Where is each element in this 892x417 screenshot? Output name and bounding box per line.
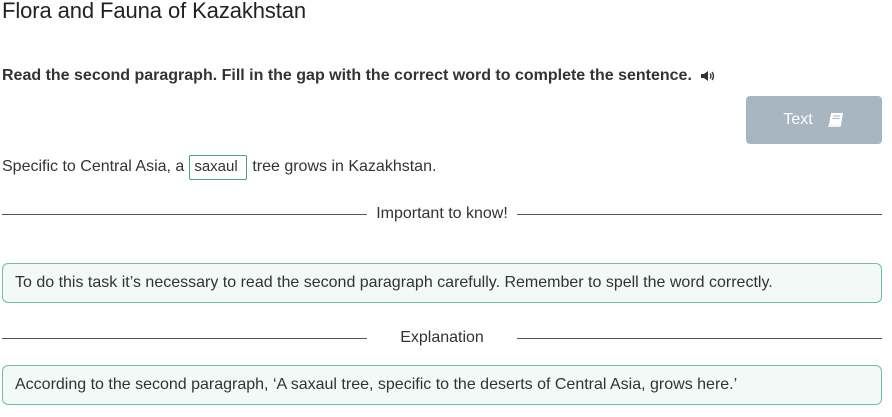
important-heading: Important to know! — [376, 205, 508, 222]
speaker-icon[interactable] — [700, 69, 716, 83]
explanation-text: According to the second paragraph, ‘A sa… — [15, 376, 738, 393]
sentence-before: Specific to Central Asia, a — [2, 158, 185, 175]
task-instruction: Read the second paragraph. Fill in the g… — [2, 67, 716, 85]
exercise-page: Flora and Fauna of Kazakhstan Read the s… — [0, 0, 892, 417]
explanation-divider: Explanation — [2, 327, 882, 349]
instruction-text: Read the second paragraph. Fill in the g… — [2, 67, 692, 84]
gap-sentence: Specific to Central Asia, a saxaul tree … — [2, 154, 436, 180]
explanation-heading: Explanation — [400, 329, 484, 346]
sentence-after: tree grows in Kazakhstan. — [252, 158, 437, 175]
book-icon — [827, 112, 845, 128]
important-note-box: To do this task it’s necessary to read t… — [2, 263, 882, 303]
important-note-text: To do this task it’s necessary to read t… — [15, 274, 773, 291]
gap-input[interactable]: saxaul — [189, 154, 248, 180]
text-button[interactable]: Text — [746, 96, 882, 144]
divider-line-left — [2, 337, 367, 339]
divider-line-right — [517, 337, 882, 339]
divider-line-left — [2, 213, 367, 215]
text-button-label: Text — [783, 111, 813, 128]
important-divider: Important to know! — [2, 203, 882, 225]
divider-line-right — [517, 213, 882, 215]
page-title: Flora and Fauna of Kazakhstan — [2, 0, 307, 23]
explanation-box: According to the second paragraph, ‘A sa… — [2, 365, 882, 405]
